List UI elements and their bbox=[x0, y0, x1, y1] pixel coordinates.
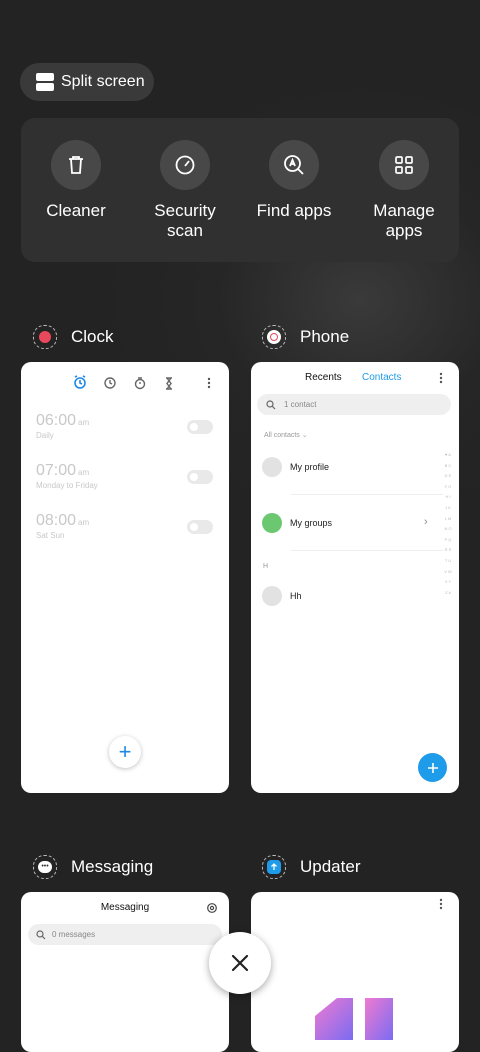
divider bbox=[291, 550, 443, 551]
find-apps-button[interactable]: Find apps bbox=[244, 140, 344, 221]
cleaner-button[interactable]: Cleaner bbox=[26, 140, 126, 221]
add-alarm-button[interactable]: + bbox=[109, 736, 141, 768]
alphabet-index[interactable]: ♥ A B C D E F G H I J K L M N O P Q R S … bbox=[444, 450, 452, 598]
contact-name: Hh bbox=[290, 591, 302, 601]
phone-app-name: Phone bbox=[300, 327, 350, 346]
clock-app-header[interactable]: Clock bbox=[33, 325, 114, 349]
tab-recents[interactable]: Recents bbox=[305, 372, 342, 383]
my-groups-row[interactable]: My groups bbox=[262, 513, 332, 533]
alarm-item[interactable]: 06:00 am Daily bbox=[36, 412, 89, 440]
manage-apps-label: Manage apps bbox=[373, 201, 435, 240]
search-icon bbox=[266, 399, 276, 409]
updater-app-header[interactable]: Updater bbox=[262, 855, 360, 879]
search-icon bbox=[36, 929, 46, 939]
contacts-search-input[interactable]: 1 contact bbox=[257, 394, 451, 415]
clock-tabs bbox=[74, 375, 211, 390]
alarm-time: 06:00 bbox=[36, 412, 77, 429]
alarm-repeat: Daily bbox=[36, 431, 54, 440]
alarm-ampm: am bbox=[78, 418, 90, 427]
avatar bbox=[262, 586, 282, 606]
gauge-icon bbox=[160, 140, 210, 190]
add-contact-button[interactable] bbox=[418, 753, 447, 782]
my-profile-row[interactable]: My profile bbox=[262, 457, 329, 477]
phone-app-header[interactable]: Phone bbox=[262, 325, 349, 349]
miui-logo bbox=[315, 998, 393, 1040]
updater-app-icon bbox=[262, 855, 286, 879]
avatar bbox=[262, 457, 282, 477]
close-icon bbox=[231, 954, 249, 972]
grid-icon bbox=[379, 140, 429, 190]
chevron-right-icon: › bbox=[424, 516, 428, 528]
alarm-item[interactable]: 07:00 am Monday to Friday bbox=[36, 462, 98, 490]
messaging-app-icon: ••• bbox=[33, 855, 57, 879]
alarm-repeat: Sat Sun bbox=[36, 531, 65, 540]
divider bbox=[291, 494, 443, 495]
clock-tab-icon bbox=[104, 377, 116, 389]
alarm-toggle[interactable] bbox=[187, 520, 213, 534]
alarm-tab-icon bbox=[74, 375, 86, 389]
alarm-item[interactable]: 08:00 am Sat Sun bbox=[36, 512, 89, 540]
messaging-title: Messaging bbox=[100, 902, 150, 913]
messaging-app-card[interactable]: Messaging 0 messages bbox=[21, 892, 229, 1052]
gear-icon[interactable] bbox=[206, 902, 218, 914]
search-placeholder: 1 contact bbox=[284, 400, 317, 409]
quick-tools-panel: Cleaner Security scan Find apps Manage a… bbox=[21, 118, 459, 262]
phone-app-card[interactable]: Recents Contacts 1 contact All contacts … bbox=[251, 362, 459, 793]
clock-app-name: Clock bbox=[71, 327, 114, 346]
alarm-time: 08:00 bbox=[36, 512, 77, 529]
section-header-h: H bbox=[263, 563, 269, 570]
more-icon bbox=[207, 377, 211, 389]
split-screen-label: Split screen bbox=[61, 73, 145, 90]
groups-icon bbox=[262, 513, 282, 533]
split-screen-icon bbox=[36, 73, 54, 91]
search-placeholder: 0 messages bbox=[52, 930, 96, 939]
messaging-app-name: Messaging bbox=[71, 857, 154, 876]
contacts-filter[interactable]: All contacts ⌄ bbox=[264, 431, 308, 439]
security-scan-button[interactable]: Security scan bbox=[135, 140, 235, 241]
chevron-down-icon: ⌄ bbox=[301, 432, 308, 439]
clock-app-icon bbox=[33, 325, 57, 349]
alarm-repeat: Monday to Friday bbox=[36, 481, 98, 490]
updater-app-name: Updater bbox=[300, 857, 361, 876]
find-apps-label: Find apps bbox=[256, 201, 332, 220]
alarm-toggle[interactable] bbox=[187, 470, 213, 484]
plus-icon bbox=[427, 762, 438, 773]
alarm-toggle[interactable] bbox=[187, 420, 213, 434]
contact-row[interactable]: Hh bbox=[262, 586, 302, 606]
updater-app-card[interactable] bbox=[251, 892, 459, 1052]
trash-icon bbox=[51, 140, 101, 190]
security-scan-label: Security scan bbox=[154, 201, 216, 240]
cleaner-label: Cleaner bbox=[46, 201, 106, 220]
filter-label: All contacts bbox=[264, 432, 300, 439]
messaging-app-header[interactable]: ••• Messaging bbox=[33, 855, 153, 879]
timer-tab-icon bbox=[166, 377, 172, 390]
close-all-button[interactable] bbox=[209, 932, 271, 994]
search-icon bbox=[269, 140, 319, 190]
alarm-time: 07:00 bbox=[36, 462, 77, 479]
stopwatch-tab-icon bbox=[134, 377, 146, 390]
clock-app-card[interactable]: 06:00 am Daily 07:00 am Monday to Friday 0… bbox=[21, 362, 229, 793]
phone-app-icon bbox=[262, 325, 286, 349]
alarm-ampm: am bbox=[78, 468, 90, 477]
alarm-ampm: am bbox=[78, 518, 90, 527]
split-screen-button[interactable]: Split screen bbox=[20, 63, 154, 101]
messages-search-input[interactable]: 0 messages bbox=[28, 924, 222, 945]
manage-apps-button[interactable]: Manage apps bbox=[354, 140, 454, 241]
more-icon[interactable] bbox=[438, 897, 444, 911]
my-groups-label: My groups bbox=[290, 518, 333, 528]
tab-contacts[interactable]: Contacts bbox=[362, 372, 401, 383]
more-icon[interactable] bbox=[438, 371, 444, 385]
my-profile-label: My profile bbox=[290, 462, 330, 472]
